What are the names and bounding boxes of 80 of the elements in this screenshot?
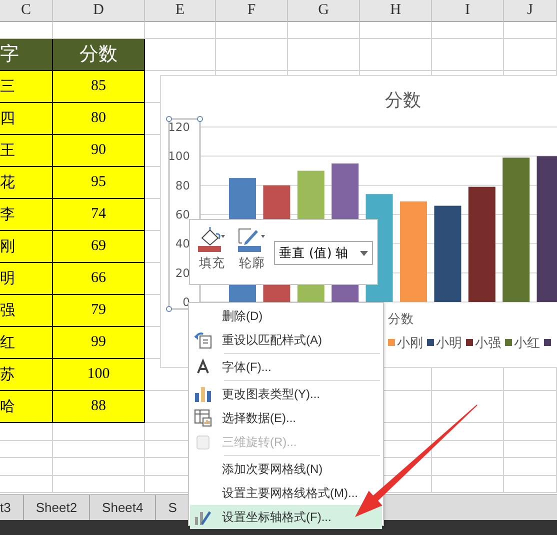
table-cell: 74 [53, 199, 145, 231]
axis-category-label: 分数 [388, 311, 414, 326]
menu-item[interactable]: 更改图表类型(Y)... [190, 382, 382, 406]
empty-cell [504, 423, 557, 441]
reset-style-icon [194, 331, 212, 349]
table-header-cell: 字 [0, 39, 53, 71]
column-header[interactable]: J [504, 0, 557, 22]
legend-label: 小刚 [397, 336, 423, 351]
menu-item[interactable]: 添加次要网格线(N) [190, 457, 382, 481]
menu-item[interactable]: 设置主要网格线格式(M)... [190, 481, 382, 505]
table-cell: 红 [0, 327, 53, 359]
empty-cell [504, 39, 557, 71]
column-header[interactable]: D [53, 0, 145, 22]
legend-label: 小强 [475, 336, 501, 351]
table-cell: 66 [53, 263, 145, 295]
menu-item[interactable]: 重设以匹配样式(A) [190, 328, 382, 352]
empty-cell [432, 458, 504, 476]
axis-tick-label: 120 [168, 120, 190, 134]
table-cell: 明 [0, 263, 53, 295]
empty-cell [504, 458, 557, 476]
empty-cell [432, 22, 504, 39]
table-cell: 王 [0, 135, 53, 167]
table-cell: 花 [0, 167, 53, 199]
table-cell: 哈 [0, 391, 53, 423]
empty-cell [145, 22, 216, 39]
empty-cell [432, 39, 504, 71]
empty-cell [216, 39, 288, 71]
table-cell: 85 [53, 71, 145, 103]
column-header[interactable]: C [0, 0, 53, 22]
table-cell: 99 [53, 327, 145, 359]
column-header[interactable]: H [360, 0, 432, 22]
table-cell: 95 [53, 167, 145, 199]
table-cell: 强 [0, 295, 53, 327]
table-cell: 79 [53, 295, 145, 327]
legend-label: 小红 [514, 336, 540, 351]
table-cell: 李 [0, 199, 53, 231]
empty-cell [360, 39, 432, 71]
menu-item[interactable]: 选择数据(E)... [190, 406, 382, 430]
table-cell: 88 [53, 391, 145, 423]
table-cell: 苏 [0, 359, 53, 391]
axis-tick-label: 80 [175, 178, 190, 192]
menu-item[interactable]: 设置坐标轴格式(F)... [190, 505, 382, 529]
outline-button[interactable]: 轮廓 [234, 226, 270, 273]
empty-cell [504, 22, 557, 39]
table-chart-icon [194, 409, 212, 427]
table-cell: 刚 [0, 231, 53, 263]
empty-cell [0, 441, 53, 458]
table-cell: 三 [0, 71, 53, 103]
empty-cell [288, 39, 360, 71]
fill-button[interactable]: 填充 [194, 226, 230, 273]
element-dropdown[interactable]: 垂直 (值) 轴 [274, 241, 373, 265]
caret-icon [360, 250, 368, 256]
empty-cell [360, 22, 432, 39]
axis-tick-label: 40 [175, 236, 190, 251]
cube-icon [194, 433, 212, 451]
column-header[interactable]: F [216, 0, 288, 22]
table-cell: 90 [53, 135, 145, 167]
empty-cell [216, 22, 288, 39]
font-icon [194, 358, 212, 376]
empty-cell [504, 391, 557, 423]
empty-cell [288, 22, 360, 39]
table-header-cell: 分数 [53, 39, 145, 71]
chart-title: 分数 [385, 90, 421, 111]
column-header[interactable]: E [145, 0, 216, 22]
empty-cell [504, 441, 557, 458]
empty-cell [0, 458, 53, 476]
axis-tick-label: 60 [175, 208, 190, 222]
menu-item[interactable]: 删除(D) [190, 304, 382, 328]
empty-cell [0, 423, 53, 441]
axis-tick-label: 20 [175, 266, 190, 280]
column-header[interactable]: G [288, 0, 360, 22]
table-cell: 80 [53, 103, 145, 135]
column-header[interactable]: I [432, 0, 504, 22]
table-cell: 69 [53, 231, 145, 263]
legend-label: 小明 [436, 336, 462, 351]
table-cell: 100 [53, 359, 145, 391]
bar-chart-icon [194, 385, 212, 403]
axis-tick-label: 100 [168, 149, 190, 164]
dropdown-value: 垂直 (值) 轴 [279, 244, 349, 262]
table-cell: 四 [0, 103, 53, 135]
